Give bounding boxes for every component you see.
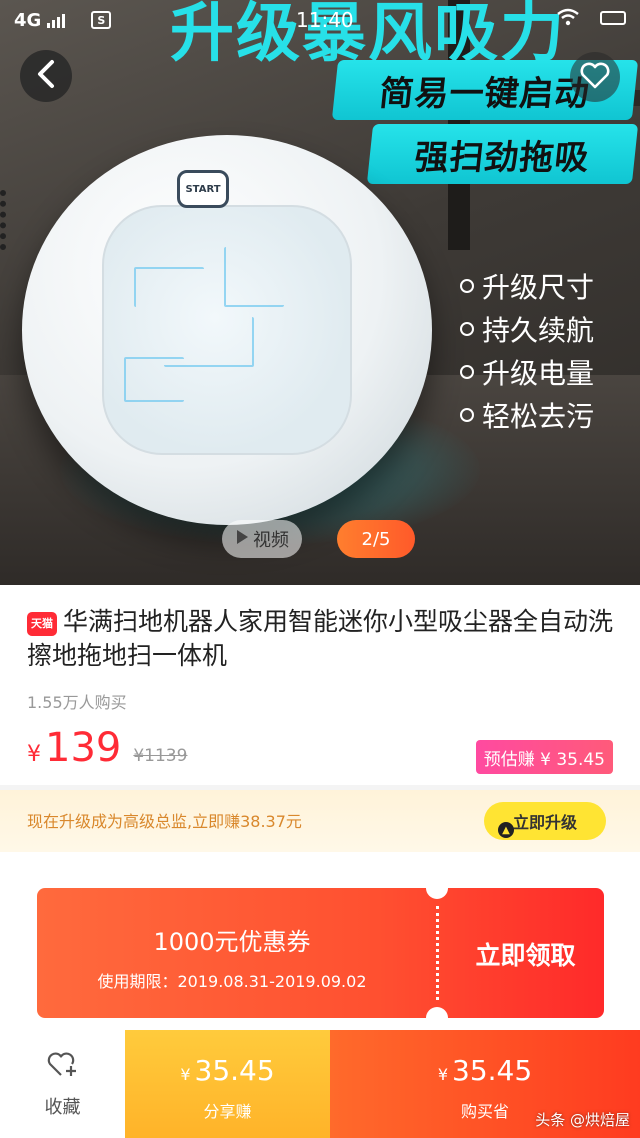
signal-strength-icon [47, 12, 66, 28]
coupon-title: 1000元优惠券 [153, 928, 311, 956]
status-left-group: 4G S [14, 9, 112, 31]
share-label: 分享赚 [203, 1102, 252, 1121]
claim-coupon-button[interactable]: 立即领取 [447, 936, 604, 972]
price-currency: ¥ [27, 742, 41, 767]
coupon-card[interactable]: 1000元优惠券 使用期限：2019.08.31-2019.09.02 立即领取 [37, 888, 604, 1018]
buy-amount-value: 35.45 [452, 1054, 533, 1087]
tmall-badge: 天猫 [27, 612, 57, 636]
robot-vacuum-image: START [22, 135, 432, 525]
estimated-earn-badge: 预估赚 ¥ 35.45 [475, 740, 613, 774]
bullet-circle-icon [460, 279, 474, 293]
buy-currency: ¥ [437, 1065, 448, 1084]
feature-item: 升级尺寸 [460, 266, 594, 306]
upgrade-arrow-icon: ▲ [498, 822, 514, 838]
coupon-notch-top [426, 888, 448, 899]
feature-text: 升级电量 [482, 357, 595, 390]
play-icon [235, 529, 249, 550]
feature-text: 持久续航 [482, 314, 595, 347]
bullet-circle-icon [460, 365, 474, 379]
video-label: 视频 [253, 530, 289, 551]
original-price: ¥1139 [133, 746, 188, 766]
share-currency: ¥ [180, 1065, 191, 1084]
circuit-line [224, 247, 284, 307]
back-button[interactable] [20, 50, 72, 102]
coupon-section: 1000元优惠券 使用期限：2019.08.31-2019.09.02 立即领取 [0, 852, 640, 1030]
share-earn-button[interactable]: ¥35.45 分享赚 [125, 1030, 330, 1138]
hero-pill-text: 强扫劲拖吸 [412, 137, 592, 178]
coupon-validity-period: 使用期限：2019.08.31-2019.09.02 [97, 972, 367, 991]
sim-card-icon: S [91, 11, 112, 29]
feature-text: 轻松去污 [482, 400, 595, 433]
buy-save-button[interactable]: ¥35.45 购买省 头条 @烘焙屋 [330, 1030, 640, 1138]
robot-side-brush [0, 190, 24, 250]
buy-amount: ¥35.45 [330, 1054, 640, 1087]
product-title-row: 天猫 华满扫地机器人家用智能迷你小型吸尘器全自动洗擦地拖地扫一体机 [27, 605, 617, 673]
upgrade-button[interactable]: ▲ 立即升级 [484, 802, 606, 840]
sales-count: 1.55万人购买 [27, 693, 127, 712]
product-image-carousel[interactable]: 升级暴风吸力 简易一键启动 强扫劲拖吸 START 升级尺寸 持久续航 升级电量… [0, 0, 640, 585]
status-time: 11:40 [296, 8, 354, 32]
product-info-section: 天猫 华满扫地机器人家用智能迷你小型吸尘器全自动洗擦地拖地扫一体机 1.55万人购… [0, 585, 640, 785]
upgrade-text: 现在升级成为高级总监,立即赚38.37元 [27, 812, 302, 831]
feature-text: 升级尺寸 [482, 271, 595, 304]
product-title: 华满扫地机器人家用智能迷你小型吸尘器全自动洗擦地拖地扫一体机 [27, 607, 614, 670]
favorite-label: 收藏 [44, 1096, 81, 1118]
hero-pill-text: 简易一键启动 [377, 73, 592, 114]
status-bar: 4G S 11:40 [0, 0, 640, 40]
circuit-line [134, 267, 204, 307]
hero-pill-strong-sweep: 强扫劲拖吸 [366, 124, 639, 184]
share-amount-value: 35.45 [194, 1054, 275, 1087]
robot-start-button-label: START [177, 170, 229, 208]
bullet-circle-icon [460, 322, 474, 336]
back-arrow-icon [35, 59, 57, 93]
heart-plus-icon [47, 1050, 79, 1083]
carousel-page-indicator: 2/5 [337, 520, 415, 558]
feature-item: 轻松去污 [460, 395, 594, 435]
feature-item: 升级电量 [460, 352, 594, 392]
coupon-notch-bottom [426, 1007, 448, 1018]
watermark: 头条 @烘焙屋 [535, 1111, 630, 1129]
current-price: 139 [45, 725, 122, 771]
favorite-top-button[interactable] [570, 52, 620, 102]
upgrade-banner: 现在升级成为高级总监,立即赚38.37元 ▲ 立即升级 [0, 790, 640, 852]
bottom-action-bar: 收藏 ¥35.45 分享赚 ¥35.45 购买省 头条 @烘焙屋 [0, 1030, 640, 1138]
favorite-button[interactable]: 收藏 [0, 1030, 125, 1138]
bullet-circle-icon [460, 408, 474, 422]
share-amount: ¥35.45 [125, 1054, 330, 1087]
heart-plus-icon [579, 60, 611, 94]
price-row: ¥ 139 ¥1139 [27, 725, 187, 771]
robot-lid [102, 205, 352, 455]
video-button[interactable]: 视频 [222, 520, 302, 558]
circuit-line [124, 357, 184, 402]
coupon-perforation [436, 906, 439, 1000]
wifi-icon [556, 8, 580, 31]
upgrade-button-label: 立即升级 [512, 813, 577, 832]
product-detail-page: 升级暴风吸力 简易一键启动 强扫劲拖吸 START 升级尺寸 持久续航 升级电量… [0, 0, 640, 1138]
battery-icon [600, 11, 626, 25]
feature-item: 持久续航 [460, 309, 594, 349]
network-type: 4G [14, 9, 42, 31]
